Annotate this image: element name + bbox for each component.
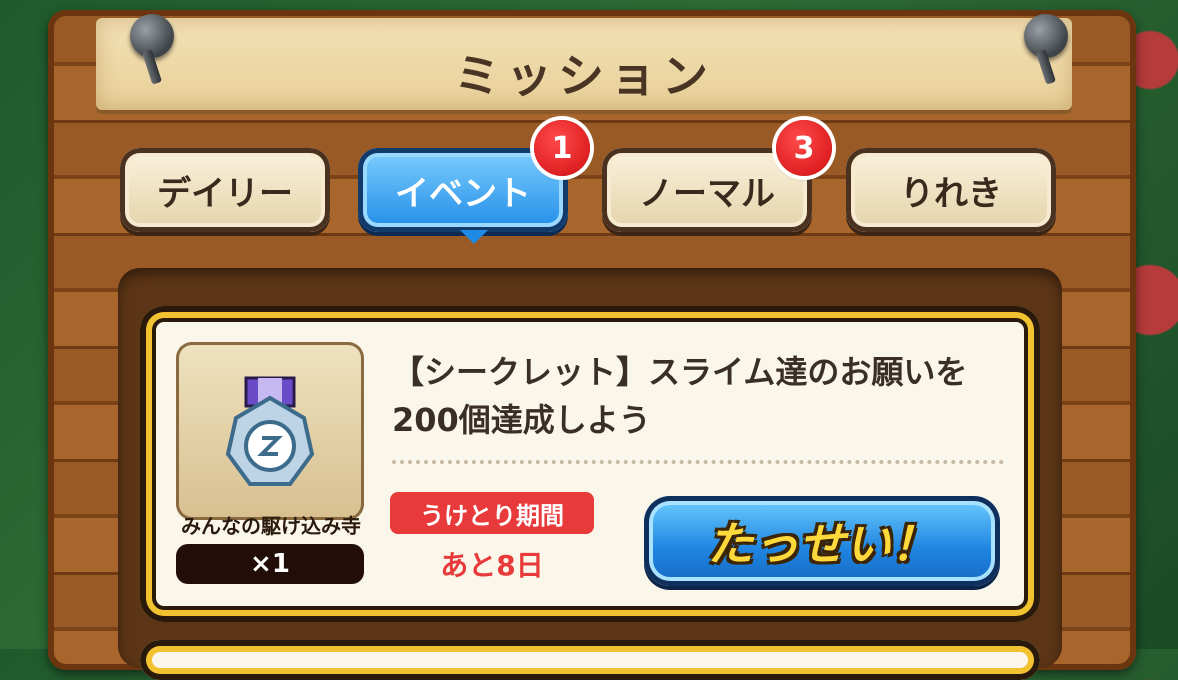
- event-notification-badge: 1: [534, 120, 590, 176]
- tab-label: イベント: [395, 173, 531, 214]
- reward-name: みんなの駆け込み寺: [181, 514, 361, 538]
- tab-label: デイリー: [157, 173, 293, 214]
- achieve-button[interactable]: たっせい！: [644, 496, 1000, 586]
- reward-count: ×1: [176, 544, 364, 584]
- normal-notification-badge: 3: [776, 120, 832, 176]
- period-remaining: あと8日: [440, 549, 544, 582]
- tab-label: ノーマル: [639, 173, 775, 214]
- mission-title: 【シークレット】スライム達のお願いを200個達成しよう: [392, 353, 968, 439]
- pin-icon: [1024, 14, 1068, 58]
- tab-history[interactable]: りれき: [846, 148, 1056, 232]
- medal-icon: [225, 376, 315, 486]
- page-title: ミッション: [454, 49, 714, 103]
- mission-card-next: [140, 640, 1040, 680]
- tab-daily[interactable]: デイリー: [120, 148, 330, 232]
- title-banner: ミッション: [96, 18, 1072, 110]
- divider: [392, 460, 1004, 464]
- active-tab-pointer: [460, 230, 488, 244]
- reward-box: [176, 342, 364, 520]
- tab-label: りれき: [900, 173, 1002, 214]
- period-label: うけとり期間: [390, 492, 594, 534]
- pin-icon: [130, 14, 174, 58]
